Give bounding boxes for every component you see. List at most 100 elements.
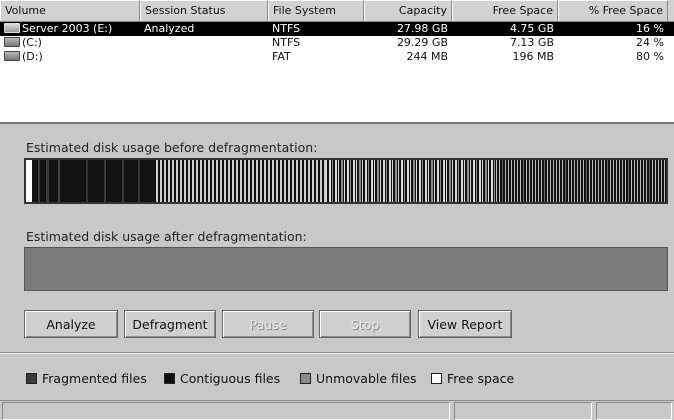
usage-segment: [496, 160, 497, 202]
usage-segment: [407, 160, 409, 202]
volume-row-e[interactable]: Server 2003 (E:) Analyzed NTFS 27.98 GB …: [0, 22, 674, 36]
percent-free-cell: 24 %: [636, 36, 664, 49]
usage-segment: [244, 160, 246, 202]
usage-segment: [268, 160, 270, 202]
usage-segment: [580, 160, 581, 202]
usage-segment: [517, 160, 518, 202]
usage-segment: [164, 160, 166, 202]
usage-segment: [312, 160, 314, 202]
usage-segment: [511, 160, 512, 202]
usage-segment: [220, 160, 222, 202]
usage-segment: [365, 160, 367, 202]
usage-segment: [236, 160, 238, 202]
view-report-button[interactable]: View Report: [418, 310, 512, 338]
usage-segment: [619, 160, 620, 202]
usage-segment: [232, 160, 234, 202]
volume-row-d[interactable]: (D:) FAT 244 MB 196 MB 80 %: [0, 50, 674, 64]
usage-segment: [526, 160, 527, 202]
usage-segment: [368, 160, 369, 202]
unmovable-swatch: [300, 373, 311, 384]
free-space-swatch: [431, 373, 442, 384]
usage-segment: [622, 160, 623, 202]
usage-segment: [347, 160, 349, 202]
usage-segment: [184, 160, 186, 202]
usage-segment: [461, 160, 463, 202]
usage-segment: [58, 160, 60, 202]
usage-segment: [172, 160, 174, 202]
usage-segment: [449, 160, 451, 202]
usage-segment: [488, 160, 489, 202]
usage-segment: [46, 160, 49, 202]
usage-segment: [374, 160, 375, 202]
usage-segment: [434, 160, 435, 202]
usage-segment: [607, 160, 608, 202]
usage-segment: [508, 160, 509, 202]
legend-fragmented: Fragmented files: [26, 371, 147, 386]
usage-segment: [529, 160, 530, 202]
column-header-free-space[interactable]: Free Space: [452, 0, 558, 21]
usage-segment: [425, 160, 427, 202]
usage-segment: [646, 160, 647, 202]
volume-name-cell: (C:): [0, 36, 140, 50]
usage-segment: [422, 160, 423, 202]
pause-button[interactable]: Pause: [222, 310, 314, 338]
usage-segment: [288, 160, 290, 202]
legend-fragmented-label: Fragmented files: [42, 371, 147, 386]
column-header-file-system[interactable]: File System: [268, 0, 364, 21]
usage-segment: [371, 160, 373, 202]
column-header-volume[interactable]: Volume: [0, 0, 140, 21]
usage-segment: [188, 160, 190, 202]
status-bar: [0, 400, 674, 420]
usage-segment: [553, 160, 554, 202]
usage-segment: [616, 160, 617, 202]
hard-drive-icon: [4, 51, 20, 61]
usage-segment: [192, 160, 194, 202]
usage-segment: [568, 160, 569, 202]
defragment-button[interactable]: Defragment: [124, 310, 216, 338]
usage-segment: [216, 160, 218, 202]
usage-segment: [532, 160, 533, 202]
usage-segment: [494, 160, 495, 202]
usage-segment: [628, 160, 629, 202]
usage-segment: [523, 160, 524, 202]
legend-unmovable-label: Unmovable files: [316, 371, 417, 386]
free-space-cell: 196 MB: [512, 50, 554, 63]
volume-name: Server 2003 (E:): [22, 22, 113, 35]
usage-segment: [335, 160, 337, 202]
usage-segment: [292, 160, 294, 202]
usage-segment: [316, 160, 318, 202]
usage-segment: [467, 160, 469, 202]
volume-name: (C:): [22, 36, 42, 49]
free-space-cell: 7.13 GB: [509, 36, 554, 49]
usage-segment: [595, 160, 596, 202]
file-system-cell: NTFS: [272, 22, 301, 35]
usage-segment: [535, 160, 536, 202]
usage-segment: [658, 160, 659, 202]
usage-segment: [86, 160, 88, 202]
legend-contiguous-label: Contiguous files: [180, 371, 281, 386]
usage-segment: [499, 160, 500, 202]
usage-segment: [168, 160, 170, 202]
usage-segment: [272, 160, 274, 202]
usage-segment: [643, 160, 644, 202]
volume-list-header: Volume Session Status File System Capaci…: [0, 0, 674, 22]
usage-segment: [329, 160, 331, 202]
usage-segment: [577, 160, 578, 202]
usage-segment: [562, 160, 563, 202]
usage-segment: [550, 160, 551, 202]
volume-list[interactable]: Volume Session Status File System Capaci…: [0, 0, 674, 124]
usage-segment: [559, 160, 560, 202]
usage-segment: [204, 160, 206, 202]
stop-button[interactable]: Stop: [319, 310, 411, 338]
column-header-capacity[interactable]: Capacity: [364, 0, 452, 21]
column-header-percent-free[interactable]: % Free Space: [558, 0, 668, 21]
analyze-button[interactable]: Analyze: [24, 310, 118, 338]
usage-segment: [565, 160, 566, 202]
usage-segment: [320, 160, 322, 202]
usage-segment: [392, 160, 393, 202]
legend-free-space: Free space: [431, 371, 514, 386]
volume-row-c[interactable]: (C:) NTFS 29.29 GB 7.13 GB 24 %: [0, 36, 674, 50]
usage-segment: [350, 160, 351, 202]
column-header-session-status[interactable]: Session Status: [140, 0, 268, 21]
usage-segment: [353, 160, 355, 202]
